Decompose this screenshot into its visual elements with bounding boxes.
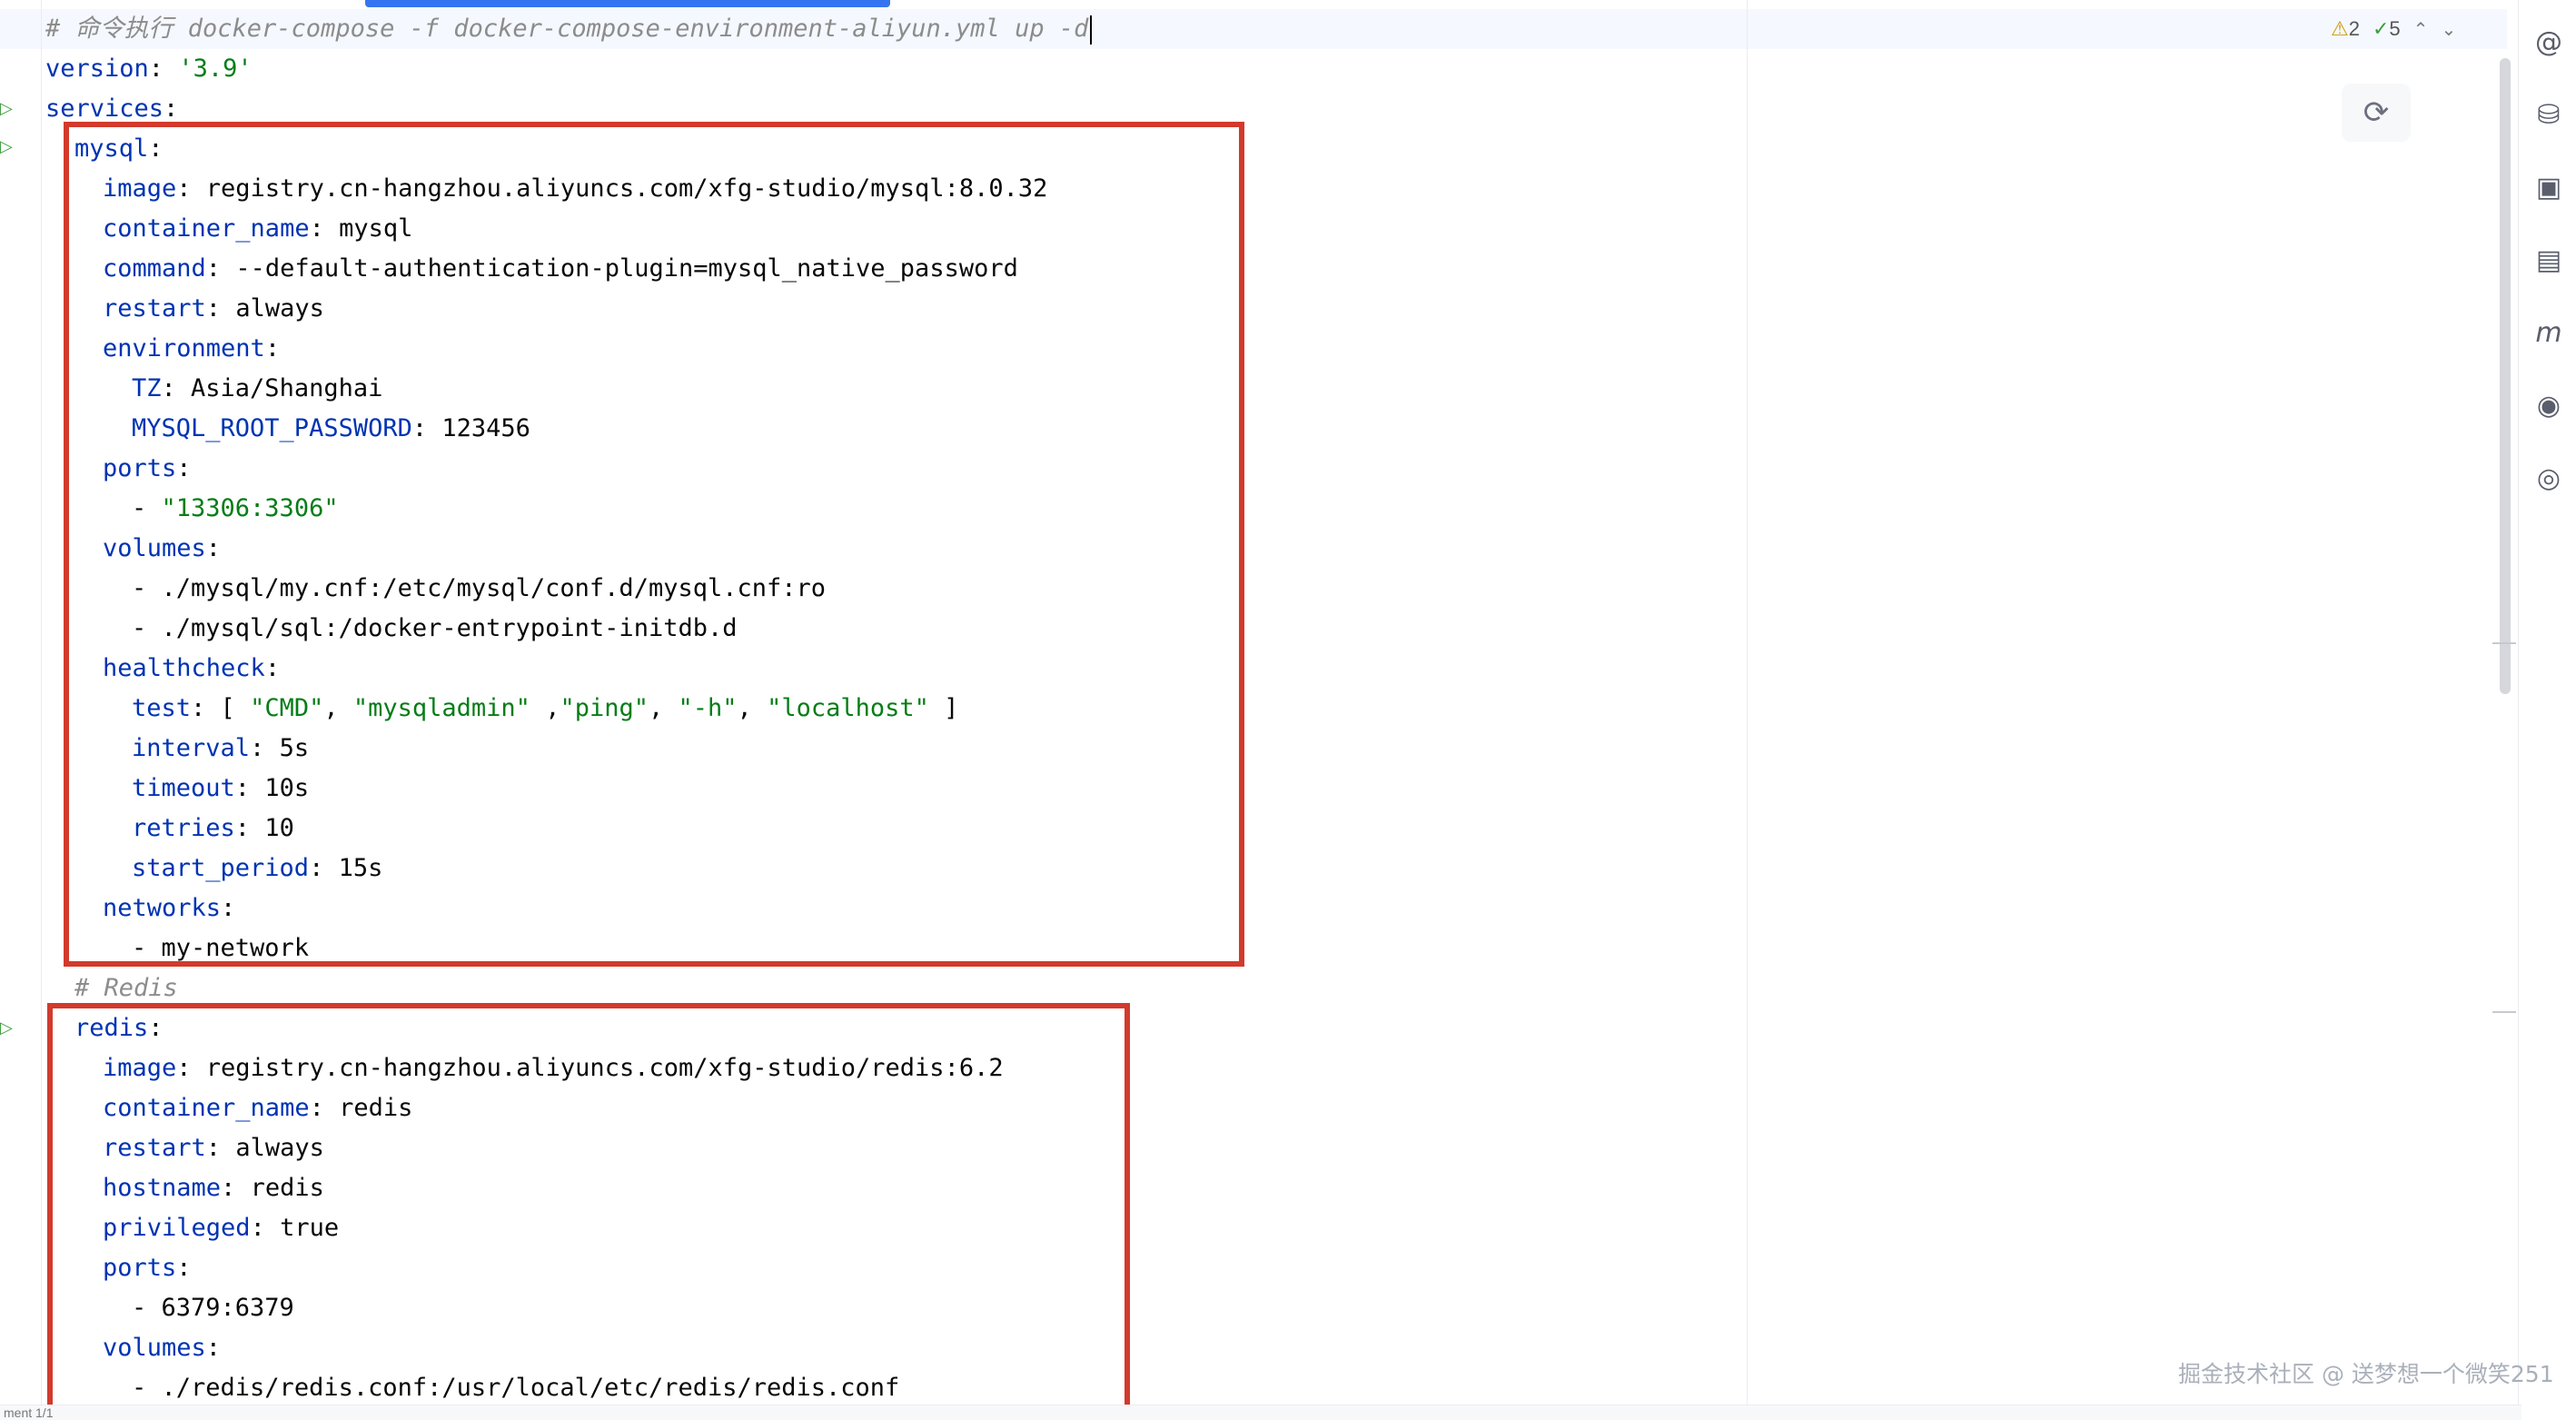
right-tool-strip [2518,0,2576,1419]
code-editor[interactable]: ▷ ▷ ▷ # 命令执行 docker-compose -f docker-co… [0,0,2516,1419]
mysql-highlight-box [64,122,1244,967]
gutter-divider [41,0,42,1419]
notifications-icon[interactable]: ▤ [2531,242,2567,278]
next-highlight-icon[interactable]: ⌄ [2441,18,2456,41]
comment-text: # 命令执行 docker-compose -f docker-compose-… [45,15,1089,43]
fold-arrow-icon[interactable]: ▷ [0,101,13,117]
database-icon[interactable]: ⛁ [2531,96,2567,133]
redis-highlight-box [47,1003,1130,1414]
yaml-key: services [45,94,164,123]
plugin-bird-icon[interactable]: ◉ [2531,387,2567,423]
warning-count[interactable]: ⚠2 [2331,17,2360,41]
previous-highlight-icon[interactable]: ⌃ [2413,18,2429,41]
text-cursor [1090,15,1093,45]
copilot-icon[interactable]: ◎ [2531,460,2567,496]
check-icon: ✓ [2372,17,2390,40]
markdown-icon[interactable]: m [2531,314,2567,351]
yaml-key: version [45,55,149,83]
warning-triangle-icon: ⚠ [2331,17,2349,40]
watermark: 掘金技术社区 @ 送梦想一个微笑251 [2178,1361,2554,1387]
reload-changes-button[interactable]: ⟳ [2342,84,2411,142]
status-bar: ment 1/1 [0,1405,2522,1420]
right-margin-guide [1747,0,1748,1419]
vertical-scrollbar[interactable] [2500,58,2511,694]
code-line[interactable]: # 命令执行 docker-compose -f docker-compose-… [45,9,1093,49]
fold-arrow-icon[interactable]: ▷ [0,1020,13,1037]
maven-icon[interactable]: ▣ [2531,169,2567,205]
scroll-marker [2492,1011,2516,1013]
progress-indicator [365,0,890,7]
inspection-widget[interactable]: ⚠2 ✓5 ⌃ ⌄ [2331,13,2456,45]
code-line[interactable]: version: '3.9' [45,49,253,89]
comment-text: # Redis [74,974,178,1002]
yaml-value: '3.9' [178,55,253,83]
refresh-icon: ⟳ [2363,94,2390,131]
fold-arrow-icon[interactable]: ▷ [0,139,13,155]
ai-assistant-icon[interactable]: @ [2531,24,2567,60]
scroll-marker [2492,642,2516,644]
weak-warning-count[interactable]: ✓5 [2373,17,2401,41]
